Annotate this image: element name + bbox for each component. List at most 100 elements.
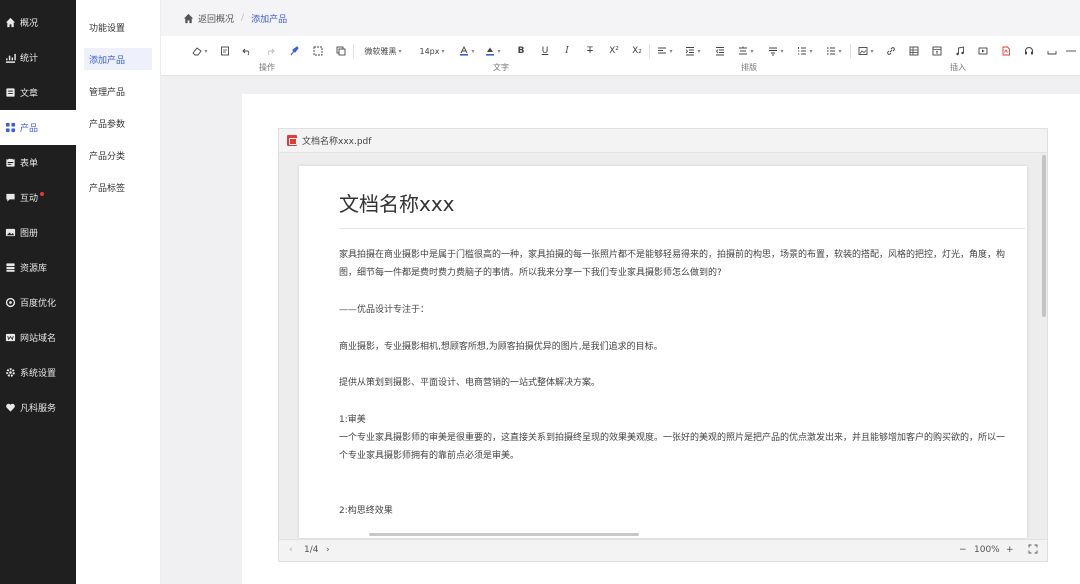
zoom-out-button[interactable]: − — [959, 545, 967, 555]
sidebar-item-label: 文章 — [20, 89, 39, 99]
chat-icon — [4, 192, 16, 204]
insert-pdf-button[interactable] — [1000, 44, 1012, 58]
paragraph-spacing-icon — [769, 47, 778, 56]
underline-button[interactable]: U — [539, 44, 551, 58]
strikethrough-button[interactable]: T — [584, 44, 596, 58]
sidebar-item-label: 百度优化 — [20, 299, 57, 309]
copy-icon — [336, 46, 346, 56]
submenu-item-product-tags[interactable]: 产品标签 — [84, 176, 152, 198]
highlight-color-button[interactable]: ▾ — [483, 44, 503, 58]
paragraph-spacing-button[interactable]: ▾ — [766, 44, 786, 58]
brush-button[interactable] — [288, 44, 300, 58]
headset-icon — [1025, 47, 1033, 55]
outdent-button[interactable] — [714, 44, 726, 58]
redo-button[interactable] — [264, 44, 276, 58]
prev-page-button[interactable]: ‹ — [289, 545, 293, 555]
stats-icon — [4, 52, 16, 64]
superscript-button[interactable]: X² — [607, 44, 621, 58]
sidebar-item-product[interactable]: 产品 — [0, 110, 76, 145]
undo-icon — [242, 48, 250, 56]
document-icon — [221, 46, 229, 56]
submenu-item-manage-product[interactable]: 管理产品 — [84, 80, 152, 102]
sidebar-item-label: 统计 — [20, 54, 39, 64]
submenu-item-product-params[interactable]: 产品参数 — [84, 112, 152, 134]
superscript-icon: X² — [609, 46, 619, 56]
sidebar-item-gallery[interactable]: 图册 — [0, 215, 76, 250]
unordered-list-button[interactable]: ▾ — [824, 44, 844, 58]
insert-link-button[interactable] — [885, 44, 897, 58]
title-divider — [339, 228, 1025, 229]
zoom-level: 100% — [974, 545, 1000, 555]
sidebar-item-article[interactable]: 文章 — [0, 75, 76, 110]
notification-badge — [40, 192, 45, 196]
sidebar-item-seo[interactable]: 百度优化 — [0, 285, 76, 320]
subscript-icon: X₂ — [632, 46, 642, 56]
editor-toolbar: ▾ 操作 微软雅黑 ▾ 14px ▾ ▾ ▾ B U I T X² X₂ 文字 ▾ … — [161, 36, 1080, 76]
font-family-select[interactable]: 微软雅黑 ▾ — [359, 44, 407, 58]
copy-button[interactable] — [335, 44, 347, 58]
sidebar-item-label: 网站域名 — [20, 334, 57, 344]
subscript-button[interactable]: X₂ — [630, 44, 644, 58]
breadcrumb: 返回概况 / 添加产品 — [161, 0, 1080, 36]
sidebar-item-label: 概况 — [20, 19, 39, 29]
sidebar-item-label: 互动 — [20, 194, 39, 204]
font-color-button[interactable]: ▾ — [457, 44, 477, 58]
next-page-button[interactable]: › — [326, 545, 330, 555]
insert-video-button[interactable] — [977, 44, 989, 58]
submenu-item-add-product[interactable]: 添加产品 — [84, 48, 152, 70]
submenu-item-feature-settings[interactable]: 功能设置 — [84, 16, 152, 38]
indent-button[interactable]: ▾ — [683, 44, 703, 58]
sidebar-item-settings[interactable]: 系统设置 — [0, 355, 76, 390]
ordered-list-icon — [798, 47, 807, 55]
sidebar-item-service[interactable]: 凡科服务 — [0, 390, 76, 425]
insert-divider-button[interactable] — [1066, 44, 1076, 58]
doc-paragraph: 商业摄影，专业摄影相机,想顾客所想,为顾客拍摄优异的图片,是我们追求的目标。 — [339, 342, 663, 352]
line-height-button[interactable]: ▾ — [736, 44, 756, 58]
sidebar-item-stats[interactable]: 统计 — [0, 40, 76, 75]
horizontal-scrollbar[interactable] — [369, 533, 639, 536]
font-size-value: 14px — [419, 46, 440, 56]
zoom-in-button[interactable]: + — [1006, 545, 1014, 555]
heart-icon — [4, 402, 16, 414]
font-size-select[interactable]: 14px ▾ — [413, 44, 451, 58]
insert-service-button[interactable] — [1023, 44, 1035, 58]
sidebar-item-overview[interactable]: 概况 — [0, 5, 76, 40]
toolbar-divider — [850, 44, 851, 58]
fullscreen-button[interactable] — [1028, 544, 1038, 557]
brush-icon — [290, 46, 299, 56]
sidebar-item-label: 产品 — [20, 124, 39, 134]
bold-button[interactable]: B — [515, 44, 527, 58]
back-to-overview-link[interactable]: 返回概况 — [198, 12, 234, 25]
sidebar-item-form[interactable]: 表单 — [0, 145, 76, 180]
sidebar-item-label: 资源库 — [20, 264, 48, 274]
strikethrough-icon: T — [587, 46, 593, 56]
space-icon — [1047, 51, 1057, 55]
sidebar-item-resource[interactable]: 资源库 — [0, 250, 76, 285]
submenu-item-product-category[interactable]: 产品分类 — [84, 144, 152, 166]
undo-button[interactable] — [241, 44, 253, 58]
breadcrumb-current: 添加产品 — [251, 14, 288, 25]
sidebar-item-domain[interactable]: 网站域名 — [0, 320, 76, 355]
eraser-icon — [192, 47, 203, 56]
italic-icon: I — [565, 46, 569, 56]
format-painter-button[interactable]: ▾ — [191, 44, 209, 58]
insert-widget-button[interactable] — [931, 44, 943, 58]
vertical-scrollbar[interactable] — [1042, 155, 1046, 317]
doc-paragraph: 一个专业家具摄影师的审美是很重要的，这直接关系到拍摄终呈现的效果美观度。一张好的… — [339, 433, 1006, 461]
ordered-list-button[interactable]: ▾ — [795, 44, 815, 58]
align-button[interactable]: ▾ — [655, 44, 675, 58]
indent-icon — [686, 47, 695, 56]
home-icon — [183, 13, 194, 23]
insert-image-button[interactable]: ▾ — [856, 44, 876, 58]
italic-button[interactable]: I — [561, 44, 573, 58]
select-all-button[interactable] — [312, 44, 324, 58]
widget-icon — [932, 46, 942, 56]
save-doc-button[interactable] — [219, 44, 231, 58]
pdf-viewer[interactable]: 文档名称xxx.pdf 文档名称xxx 家具拍摄在商业摄影中是属于门槛很高的一种… — [278, 128, 1048, 562]
insert-table-button[interactable] — [908, 44, 920, 58]
pdf-viewer-footer: ‹ 1/4 › − 100% + — [279, 539, 1047, 561]
insert-music-button[interactable] — [954, 44, 966, 58]
table-icon — [909, 46, 919, 56]
sidebar-item-interaction[interactable]: 互动 — [0, 180, 76, 215]
insert-space-button[interactable] — [1046, 44, 1058, 58]
